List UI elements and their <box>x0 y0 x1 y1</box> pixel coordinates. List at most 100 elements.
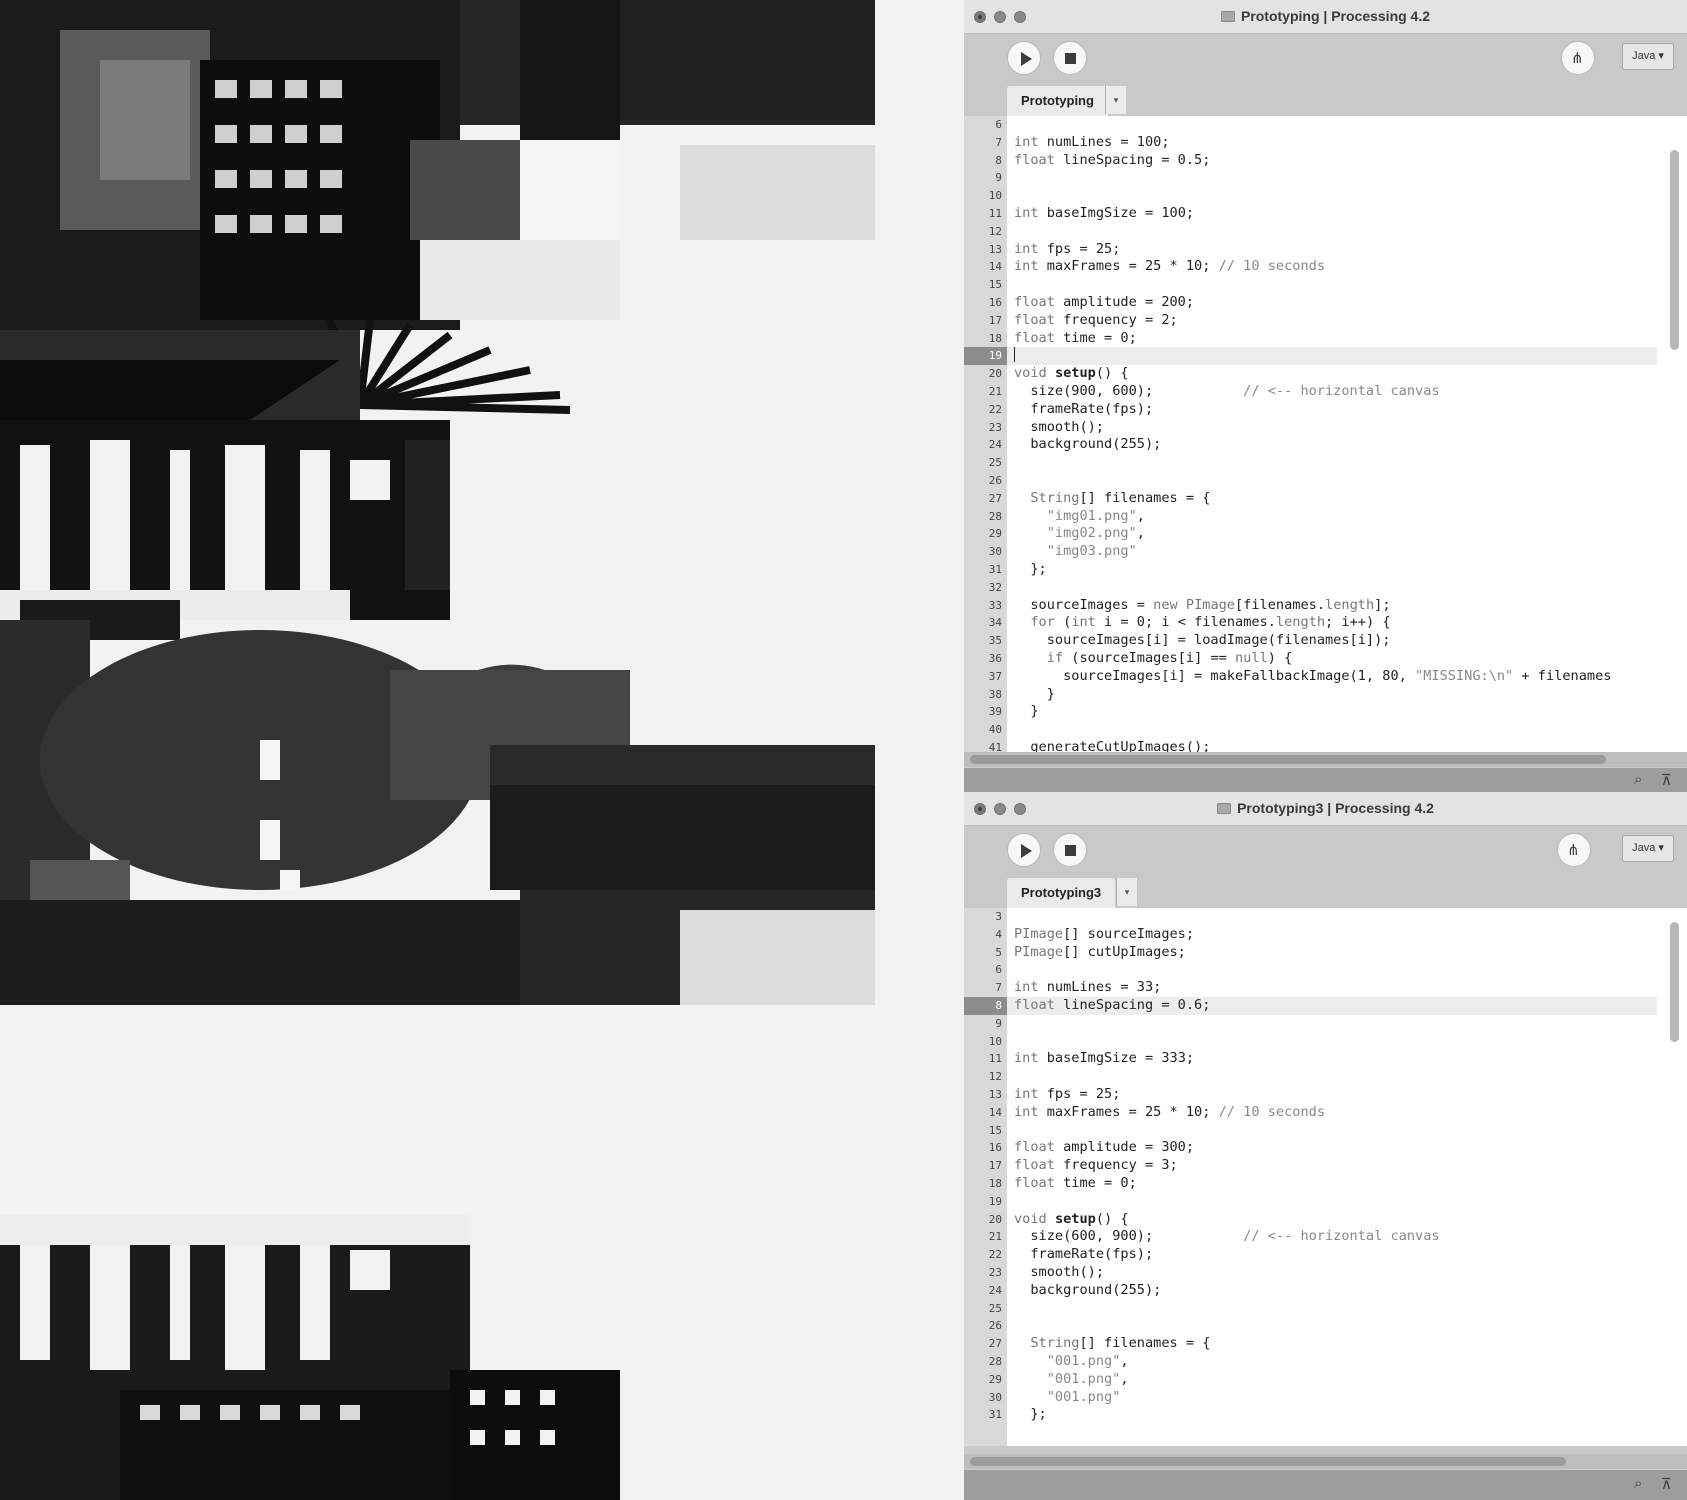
code-line[interactable]: 21 size(600, 900); // <-- horizontal can… <box>964 1228 1657 1246</box>
code-line[interactable]: 29 "001.png", <box>964 1371 1657 1389</box>
window-titlebar[interactable]: Prototyping3 | Processing 4.2 <box>964 792 1687 826</box>
code-line[interactable]: 22 frameRate(fps); <box>964 1246 1657 1264</box>
code-line[interactable]: 19 <box>964 347 1657 366</box>
code-line[interactable]: 15 <box>964 1122 1657 1140</box>
code-line[interactable]: 3 <box>964 908 1657 926</box>
code-line[interactable]: 19 <box>964 1193 1657 1211</box>
tab-menu-button[interactable]: ▾ <box>1105 86 1126 114</box>
mode-selector[interactable]: Java ▾ <box>1622 43 1674 70</box>
code-line[interactable]: 12 <box>964 1068 1657 1086</box>
code-line[interactable]: 28 "img01.png", <box>964 508 1657 526</box>
code-line[interactable]: 11 int baseImgSize = 333; <box>964 1050 1657 1068</box>
code-line[interactable]: 16 float amplitude = 200; <box>964 294 1657 312</box>
stop-button[interactable] <box>1053 833 1087 867</box>
code-line[interactable]: 36 if (sourceImages[i] == null) { <box>964 650 1657 668</box>
line-number: 9 <box>995 1016 1002 1030</box>
code-line[interactable]: 38 } <box>964 686 1657 704</box>
code-line[interactable]: 23 smooth(); <box>964 419 1657 437</box>
console-toggle-icon[interactable]: ⊼ <box>1661 1475 1672 1493</box>
code-text: int fps = 25; <box>1014 240 1121 257</box>
code-line[interactable]: 9 <box>964 169 1657 187</box>
code-line[interactable]: 27 String[] filenames = { <box>964 1335 1657 1353</box>
console-toggle-icon[interactable]: ⊼ <box>1661 771 1672 789</box>
vertical-scroll-thumb[interactable] <box>1670 922 1679 1042</box>
code-line[interactable]: 39 } <box>964 703 1657 721</box>
code-line[interactable]: 40 <box>964 721 1657 739</box>
code-line[interactable]: 35 sourceImages[i] = loadImage(filenames… <box>964 632 1657 650</box>
line-number: 39 <box>988 705 1002 719</box>
code-text: float amplitude = 300; <box>1014 1139 1195 1156</box>
code-line[interactable]: 20 void setup() { <box>964 365 1657 383</box>
code-line[interactable]: 14 int maxFrames = 25 * 10; // 10 seconds <box>964 258 1657 276</box>
code-line[interactable]: 7 int numLines = 100; <box>964 134 1657 152</box>
code-line[interactable]: 33 sourceImages = new PImage[filenames.l… <box>964 597 1657 615</box>
horizontal-scrollbar[interactable] <box>964 1454 1687 1469</box>
run-button[interactable] <box>1007 41 1041 75</box>
code-line[interactable]: 30 "001.png" <box>964 1389 1657 1407</box>
debugger-button[interactable]: ⋔ <box>1557 833 1591 867</box>
code-line[interactable]: 13 int fps = 25; <box>964 1086 1657 1104</box>
code-line[interactable]: 26 <box>964 1317 1657 1335</box>
code-text: float lineSpacing = 0.6; <box>1014 996 1211 1013</box>
code-line[interactable]: 8 float lineSpacing = 0.6; <box>964 996 1657 1015</box>
line-number: 30 <box>988 1390 1002 1404</box>
debugger-button[interactable]: ⋔ <box>1561 41 1595 75</box>
code-line[interactable]: 10 <box>964 1033 1657 1051</box>
code-line[interactable]: 17 float frequency = 3; <box>964 1157 1657 1175</box>
code-line[interactable]: 11 int baseImgSize = 100; <box>964 205 1657 223</box>
run-button[interactable] <box>1007 833 1041 867</box>
code-line[interactable]: 27 String[] filenames = { <box>964 490 1657 508</box>
vertical-scrollbar[interactable] <box>1657 116 1687 758</box>
code-line[interactable]: 12 <box>964 223 1657 241</box>
mode-selector[interactable]: Java ▾ <box>1622 835 1674 862</box>
code-line[interactable]: 37 sourceImages[i] = makeFallbackImage(1… <box>964 668 1657 686</box>
code-line[interactable]: 25 <box>964 1300 1657 1318</box>
line-number: 4 <box>995 927 1002 941</box>
code-line[interactable]: 16 float amplitude = 300; <box>964 1139 1657 1157</box>
code-editor[interactable]: 6 7 int numLines = 100; 8 float lineSpacing … <box>964 116 1657 758</box>
code-line[interactable]: 28 "001.png", <box>964 1353 1657 1371</box>
tab-menu-button[interactable]: ▾ <box>1116 878 1137 906</box>
vertical-scroll-thumb[interactable] <box>1670 150 1679 350</box>
horizontal-scroll-thumb[interactable] <box>970 755 1606 764</box>
code-line[interactable]: 18 float time = 0; <box>964 330 1657 348</box>
code-line[interactable]: 21 size(900, 600); // <-- horizontal can… <box>964 383 1657 401</box>
code-line[interactable]: 31 }; <box>964 1406 1657 1424</box>
code-line[interactable]: 23 smooth(); <box>964 1264 1657 1282</box>
code-line[interactable]: 5 PImage[] cutUpImages; <box>964 944 1657 962</box>
code-line[interactable]: 34 for (int i = 0; i < filenames.length;… <box>964 614 1657 632</box>
code-line[interactable]: 4 PImage[] sourceImages; <box>964 926 1657 944</box>
code-line[interactable]: 15 <box>964 276 1657 294</box>
code-line[interactable]: 20 void setup() { <box>964 1211 1657 1229</box>
code-line[interactable]: 6 <box>964 961 1657 979</box>
code-line[interactable]: 30 "img03.png" <box>964 543 1657 561</box>
search-icon[interactable]: ⌕ <box>1634 771 1642 788</box>
tab-prototyping3[interactable]: Prototyping3 <box>1007 878 1116 908</box>
code-editor[interactable]: 3 4 PImage[] sourceImages; 5 PImage[] cutUpI… <box>964 908 1657 1446</box>
horizontal-scrollbar[interactable] <box>964 752 1687 767</box>
code-line[interactable]: 26 <box>964 472 1657 490</box>
code-line[interactable]: 29 "img02.png", <box>964 525 1657 543</box>
code-line[interactable]: 14 int maxFrames = 25 * 10; // 10 seconds <box>964 1104 1657 1122</box>
search-icon[interactable]: ⌕ <box>1634 1475 1642 1492</box>
code-line[interactable]: 8 float lineSpacing = 0.5; <box>964 152 1657 170</box>
code-line[interactable]: 18 float time = 0; <box>964 1175 1657 1193</box>
horizontal-scroll-thumb[interactable] <box>970 1457 1566 1466</box>
code-line[interactable]: 32 <box>964 579 1657 597</box>
code-line[interactable]: 13 int fps = 25; <box>964 241 1657 259</box>
code-line[interactable]: 6 <box>964 116 1657 134</box>
code-line[interactable]: 10 <box>964 187 1657 205</box>
code-line[interactable]: 25 <box>964 454 1657 472</box>
tab-prototyping[interactable]: Prototyping <box>1007 86 1108 116</box>
code-line[interactable]: 24 background(255); <box>964 1282 1657 1300</box>
code-line[interactable]: 7 int numLines = 33; <box>964 979 1657 997</box>
code-line[interactable]: 22 frameRate(fps); <box>964 401 1657 419</box>
line-number: 24 <box>988 438 1002 452</box>
window-titlebar[interactable]: Prototyping | Processing 4.2 <box>964 0 1687 34</box>
vertical-scrollbar[interactable] <box>1657 908 1687 1446</box>
stop-button[interactable] <box>1053 41 1087 75</box>
code-line[interactable]: 17 float frequency = 2; <box>964 312 1657 330</box>
code-line[interactable]: 24 background(255); <box>964 436 1657 454</box>
code-line[interactable]: 31 }; <box>964 561 1657 579</box>
code-line[interactable]: 9 <box>964 1015 1657 1033</box>
